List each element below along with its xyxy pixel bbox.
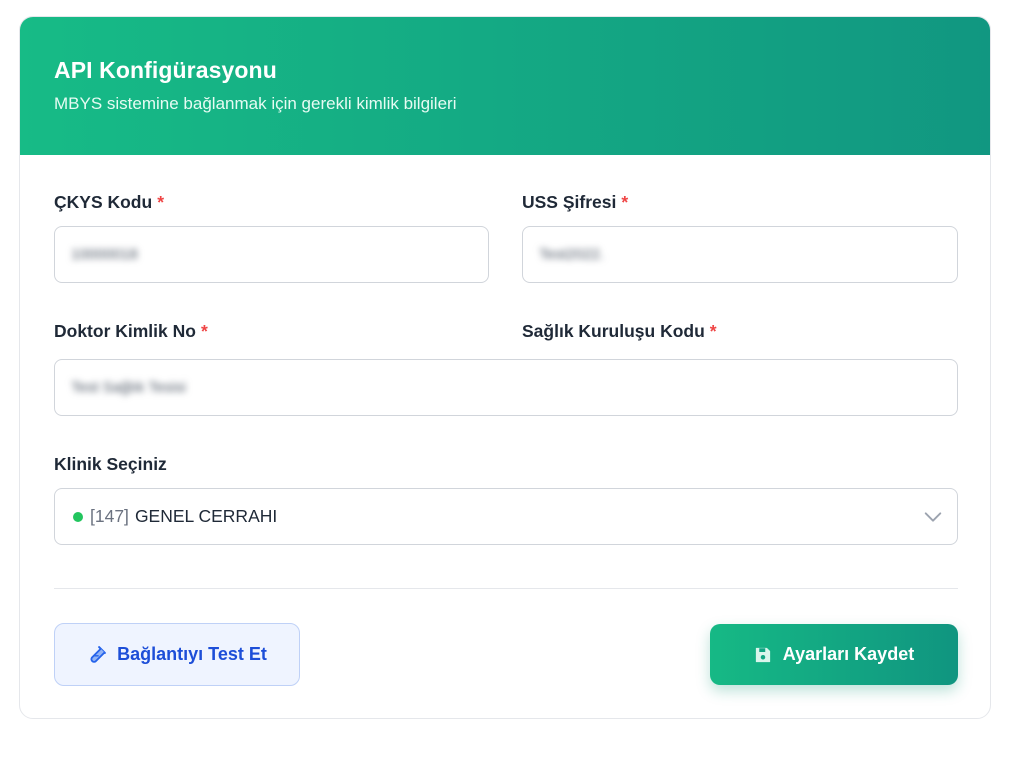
- test-connection-button[interactable]: Bağlantıyı Test Et: [54, 623, 300, 686]
- api-config-card: API Konfigürasyonu MBYS sistemine bağlan…: [19, 16, 991, 719]
- uss-password-label: USS Şifresi *: [522, 191, 628, 213]
- clinic-select[interactable]: [147] GENEL CERRAHI: [54, 488, 958, 545]
- card-header: API Konfigürasyonu MBYS sistemine bağlan…: [20, 17, 990, 155]
- uss-password-value: Test2022.: [539, 246, 605, 263]
- doctor-id-label: Doktor Kimlik No *: [54, 320, 208, 342]
- status-dot-icon: [73, 511, 83, 522]
- required-marker: *: [157, 192, 165, 212]
- uss-password-input[interactable]: Test2022.: [522, 226, 958, 283]
- test-connection-label: Bağlantıyı Test Et: [117, 644, 267, 664]
- required-marker: *: [621, 192, 629, 212]
- chevron-down-icon: [924, 512, 942, 522]
- clinic-name: GENEL CERRAHI: [134, 506, 278, 526]
- ckys-code-value: 10000018: [71, 246, 138, 263]
- doctor-id-label-text: Doktor Kimlik No: [54, 321, 196, 341]
- page-title: API Konfigürasyonu: [54, 57, 277, 83]
- clinic-label: Klinik Seçiniz: [54, 454, 167, 474]
- health-facility-code-label-text: Sağlık Kuruluşu Kodu: [522, 321, 705, 341]
- health-facility-code-label: Sağlık Kuruluşu Kodu *: [522, 320, 717, 342]
- floppy-disk-icon: [755, 647, 770, 662]
- ckys-code-label: ÇKYS Kodu *: [54, 191, 164, 213]
- save-settings-button[interactable]: Ayarları Kaydet: [710, 624, 958, 685]
- page-subtitle: MBYS sistemine bağlanmak için gerekli ki…: [54, 94, 457, 113]
- required-marker: *: [709, 321, 717, 341]
- save-settings-label: Ayarları Kaydet: [782, 644, 915, 664]
- health-facility-code-input[interactable]: Test Sağlık Tesisi: [54, 359, 958, 416]
- divider: [54, 588, 958, 589]
- ckys-code-input[interactable]: 10000018: [54, 226, 489, 283]
- test-tube-icon: [90, 645, 107, 663]
- ckys-code-label-text: ÇKYS Kodu: [54, 192, 153, 212]
- uss-password-label-text: USS Şifresi: [522, 192, 617, 212]
- required-marker: *: [200, 321, 208, 341]
- health-facility-code-value: Test Sağlık Tesisi: [71, 379, 186, 396]
- clinic-code: [147]: [90, 506, 129, 526]
